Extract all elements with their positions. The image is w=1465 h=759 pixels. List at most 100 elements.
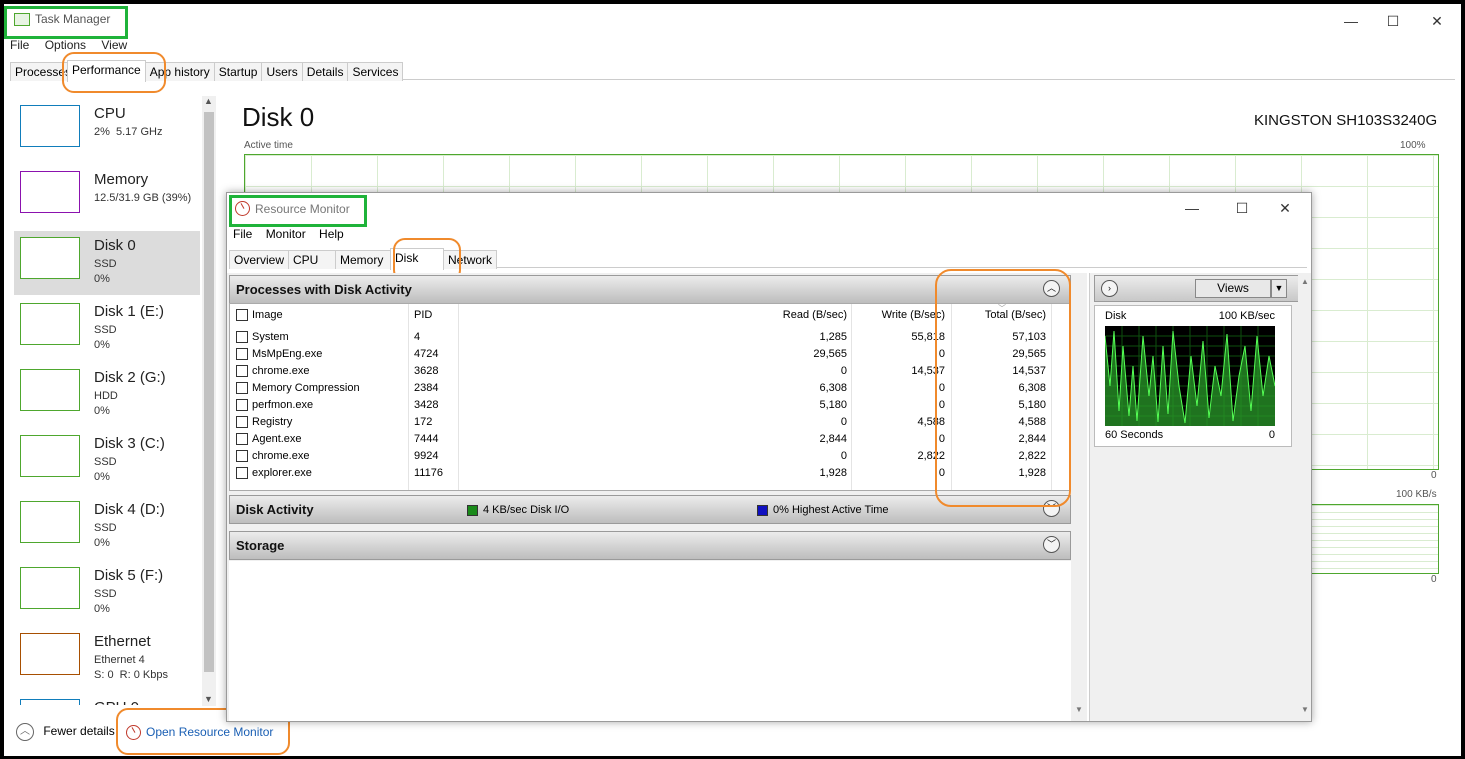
row-checkbox[interactable] <box>236 433 248 445</box>
sidebar-item-title: Disk 0 <box>94 237 136 254</box>
graph-min-label: 0 <box>1431 470 1437 481</box>
sidebar-item-subtitle: SSD 0% <box>94 258 117 285</box>
sidebar-item-thumbnail <box>20 105 80 147</box>
col-header-pid[interactable]: PID <box>414 309 432 321</box>
cell-write: 4,588 <box>917 416 945 428</box>
col-header-read[interactable]: Read (B/sec) <box>751 309 847 321</box>
rm-tab-cpu[interactable]: CPU <box>288 250 337 269</box>
cell-write: 0 <box>938 399 945 411</box>
storage-section-header[interactable]: Storage ﹀ <box>229 531 1071 560</box>
scroll-up-icon[interactable]: ▲ <box>1301 277 1309 286</box>
row-checkbox[interactable] <box>236 467 248 479</box>
chevron-down-icon[interactable]: ﹀ <box>1043 536 1060 553</box>
tab-processes[interactable]: Processes <box>10 62 68 81</box>
cell-image: perfmon.exe <box>252 399 314 411</box>
sidebar-item[interactable]: CPU 2% 5.17 GHz <box>14 99 200 163</box>
rm-close-button[interactable]: ✕ <box>1265 195 1305 221</box>
sidebar-item[interactable]: Disk 5 (F:) SSD 0% <box>14 561 200 625</box>
sidebar-item-subtitle: SSD 0% <box>94 588 117 615</box>
sidebar-item-thumbnail <box>20 369 80 411</box>
sidebar-item[interactable]: Memory 12.5/31.9 GB (39%) <box>14 165 200 229</box>
rm-menu-file[interactable]: File <box>233 227 252 241</box>
row-checkbox[interactable] <box>236 450 248 462</box>
scroll-up-icon[interactable]: ▲ <box>204 96 213 106</box>
rm-right-scrollbar[interactable]: ▲ ▼ <box>1298 275 1311 721</box>
page-title: Disk 0 <box>242 102 315 132</box>
disk-activity-graph <box>1105 326 1275 426</box>
tab-details[interactable]: Details <box>301 62 349 81</box>
cell-write: 55,818 <box>911 331 945 343</box>
row-checkbox[interactable] <box>236 348 248 360</box>
sidebar-item[interactable]: GPU 0NVIDIA GeForce R... <box>14 693 200 705</box>
sidebar-item-thumbnail <box>20 303 80 345</box>
rm-tab-overview[interactable]: Overview <box>229 250 290 269</box>
row-checkbox[interactable] <box>236 399 248 411</box>
minimize-button[interactable]: — <box>1331 8 1371 34</box>
row-checkbox[interactable] <box>236 331 248 343</box>
sidebar-item-subtitle: SSD 0% <box>94 456 117 483</box>
expand-arrow-icon[interactable]: › <box>1101 280 1118 297</box>
menu-options[interactable]: Options <box>45 38 86 52</box>
cell-read: 6,308 <box>819 382 847 394</box>
sidebar-item[interactable]: Disk 0 SSD 0% <box>14 231 200 295</box>
rm-scrollbar[interactable]: ▼ <box>1072 273 1087 721</box>
sidebar-item-title: Disk 4 (D:) <box>94 501 165 518</box>
disk-model: KINGSTON SH103S3240G <box>1254 112 1438 129</box>
disk-activity-title: Disk Activity <box>236 502 314 517</box>
cell-read: 1,928 <box>819 467 847 479</box>
scroll-down-icon[interactable]: ▼ <box>204 694 213 704</box>
sidebar-item-title: Memory <box>94 171 149 188</box>
cell-write: 0 <box>938 433 945 445</box>
cell-pid: 2384 <box>414 382 439 394</box>
row-checkbox[interactable] <box>236 382 248 394</box>
col-header-write[interactable]: Write (B/sec) <box>851 309 945 321</box>
cell-image: explorer.exe <box>252 467 312 479</box>
scroll-down-icon[interactable]: ▼ <box>1301 705 1309 714</box>
menu-file[interactable]: File <box>10 38 29 52</box>
row-checkbox[interactable] <box>236 365 248 377</box>
cell-write: 0 <box>938 467 945 479</box>
rm-tab-memory[interactable]: Memory <box>335 250 392 269</box>
cell-read: 2,844 <box>819 433 847 445</box>
col-header-image[interactable]: Image <box>252 309 283 321</box>
cell-image: MsMpEng.exe <box>252 348 323 360</box>
row-checkbox[interactable] <box>236 416 248 428</box>
rm-minimize-button[interactable]: — <box>1172 195 1212 221</box>
cell-image: chrome.exe <box>252 365 310 377</box>
rm-menu-bar: File Monitor Help <box>233 227 354 241</box>
active-time-legend: 0% Highest Active Time <box>757 504 889 516</box>
tab-services[interactable]: Services <box>347 62 404 81</box>
sidebar-item-thumbnail <box>20 633 80 675</box>
scroll-thumb[interactable] <box>204 112 214 672</box>
sidebar-item[interactable]: Disk 4 (D:) SSD 0% <box>14 495 200 559</box>
disk-graph-min: 0 <box>1268 429 1275 441</box>
cell-write: 0 <box>938 348 945 360</box>
sidebar-item[interactable]: Disk 1 (E:) SSD 0% <box>14 297 200 361</box>
cell-read: 1,285 <box>819 331 847 343</box>
rm-maximize-button[interactable]: ☐ <box>1222 195 1262 221</box>
tab-startup[interactable]: Startup <box>213 62 263 81</box>
rm-menu-monitor[interactable]: Monitor <box>266 227 306 241</box>
maximize-button[interactable]: ☐ <box>1373 8 1413 34</box>
sidebar-item-title: Disk 2 (G:) <box>94 369 166 386</box>
scroll-down-icon[interactable]: ▼ <box>1075 705 1083 714</box>
sidebar-scrollbar[interactable]: ▲ ▼ <box>202 96 216 706</box>
sidebar-item[interactable]: Ethernet Ethernet 4 S: 0 R: 0 Kbps <box>14 627 200 691</box>
tab-bar: ProcessesPerformance App history Startup Us… <box>10 59 1455 82</box>
sidebar-item-title: Disk 1 (E:) <box>94 303 165 320</box>
rm-menu-help[interactable]: Help <box>319 227 344 241</box>
close-button[interactable]: ✕ <box>1417 8 1457 34</box>
graph2-min-label: 0 <box>1431 574 1437 585</box>
select-all-checkbox[interactable] <box>236 309 248 321</box>
menu-view[interactable]: View <box>101 38 127 52</box>
fewer-details-button[interactable]: ︿ Fewer details <box>16 723 115 741</box>
cell-image: System <box>252 331 289 343</box>
sidebar-item[interactable]: Disk 3 (C:) SSD 0% <box>14 429 200 493</box>
tab-users[interactable]: Users <box>261 62 303 81</box>
views-dropdown-icon[interactable]: ▼ <box>1271 279 1287 298</box>
cell-read: 0 <box>840 450 847 462</box>
storage-content <box>229 561 1071 721</box>
views-button[interactable]: Views <box>1195 279 1271 298</box>
sidebar-item-subtitle: HDD 0% <box>94 390 118 417</box>
sidebar-item[interactable]: Disk 2 (G:) HDD 0% <box>14 363 200 427</box>
